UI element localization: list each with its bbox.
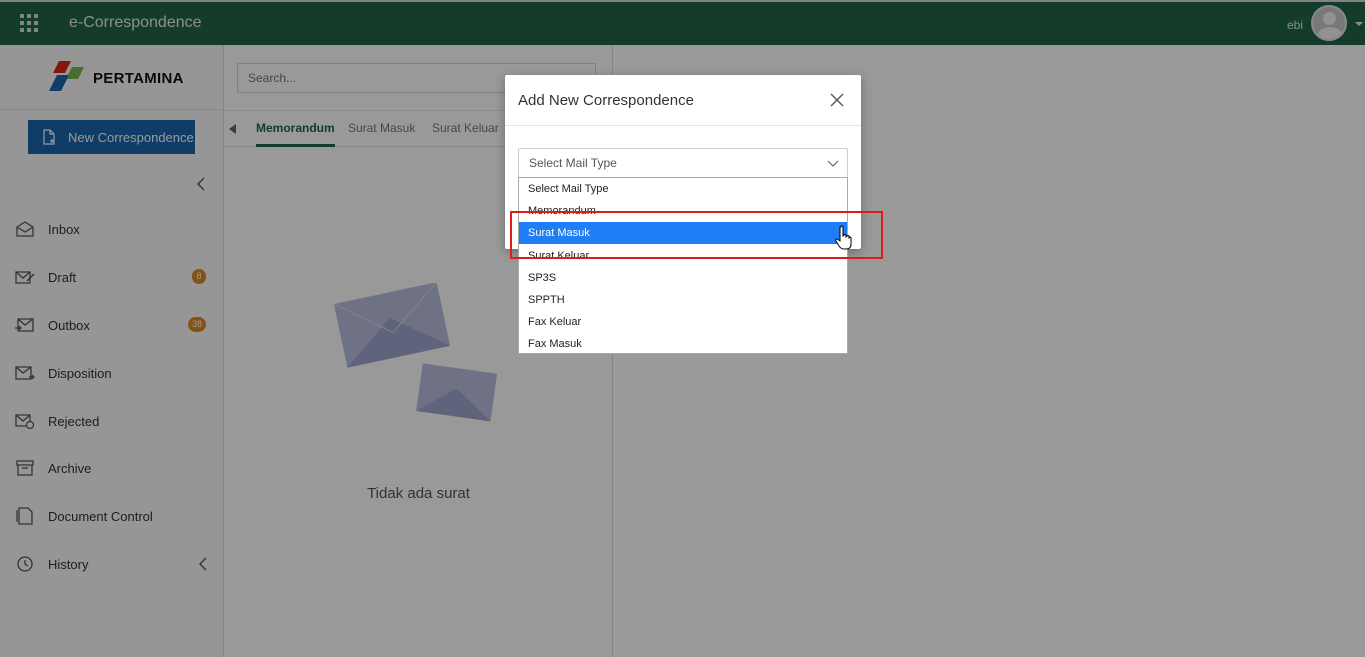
mail-type-select[interactable]: Select Mail Type: [518, 148, 848, 178]
modal-header: Add New Correspondence: [505, 75, 861, 126]
option-fax-keluar[interactable]: Fax Keluar: [519, 311, 847, 333]
mail-type-dropdown-list: Select Mail Type Memorandum Surat Masuk …: [518, 177, 848, 354]
option-surat-masuk[interactable]: Surat Masuk: [519, 222, 847, 244]
option-sppth[interactable]: SPPTH: [519, 289, 847, 311]
option-surat-keluar[interactable]: Surat Keluar: [519, 245, 847, 267]
option-memorandum[interactable]: Memorandum: [519, 200, 847, 222]
option-sp3s[interactable]: SP3S: [519, 267, 847, 289]
close-icon[interactable]: [829, 92, 845, 108]
option-fax-masuk[interactable]: Fax Masuk: [519, 333, 847, 355]
chevron-down-icon: [827, 160, 839, 167]
modal-title: Add New Correspondence: [518, 92, 694, 109]
mail-type-select-value: Select Mail Type: [529, 156, 617, 170]
option-select-mail-type[interactable]: Select Mail Type: [519, 178, 847, 200]
